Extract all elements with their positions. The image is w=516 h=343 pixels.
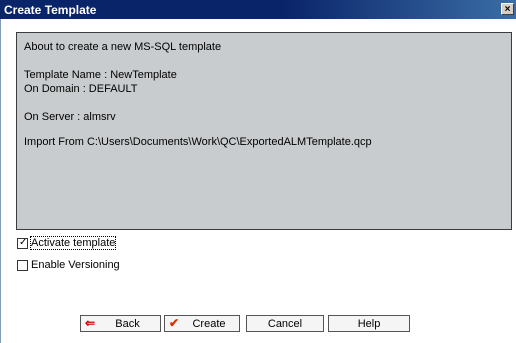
title-bar: Create Template ×: [0, 0, 516, 19]
info-server: On Server : almsrv: [24, 111, 116, 123]
enable-versioning-label[interactable]: Enable Versioning: [31, 259, 120, 271]
help-button[interactable]: Help: [328, 315, 410, 332]
activate-template-checkbox[interactable]: ✓: [17, 236, 28, 249]
close-button[interactable]: ×: [501, 3, 514, 15]
info-heading: About to create a new MS-SQL template: [24, 41, 222, 53]
activate-template-label[interactable]: Activate template: [29, 236, 117, 251]
enable-versioning-option[interactable]: Enable Versioning: [17, 259, 120, 273]
template-info-panel: About to create a new MS-SQL template Te…: [16, 32, 512, 230]
create-button-label: Create: [192, 317, 226, 330]
info-import-from: Import From C:\Users\Documents\Work\QC\E…: [24, 136, 372, 148]
enable-versioning-checkbox[interactable]: [17, 259, 28, 271]
info-domain: On Domain : DEFAULT: [24, 83, 138, 95]
cancel-button[interactable]: Cancel: [246, 315, 324, 332]
back-button-label: Back: [115, 317, 140, 330]
left-arrow-icon: ⇐: [85, 316, 96, 330]
back-button[interactable]: ⇐ Back: [80, 315, 161, 332]
help-button-label: Help: [357, 317, 381, 330]
create-button[interactable]: ✔ Create: [164, 315, 240, 332]
window-title: Create Template: [4, 3, 97, 17]
info-template-name: Template Name : NewTemplate: [24, 69, 177, 81]
checkmark-icon: ✔: [169, 316, 180, 330]
cancel-button-label: Cancel: [267, 317, 303, 330]
checkmark-icon: ✓: [19, 236, 28, 248]
activate-template-option[interactable]: ✓ Activate template: [17, 236, 117, 251]
